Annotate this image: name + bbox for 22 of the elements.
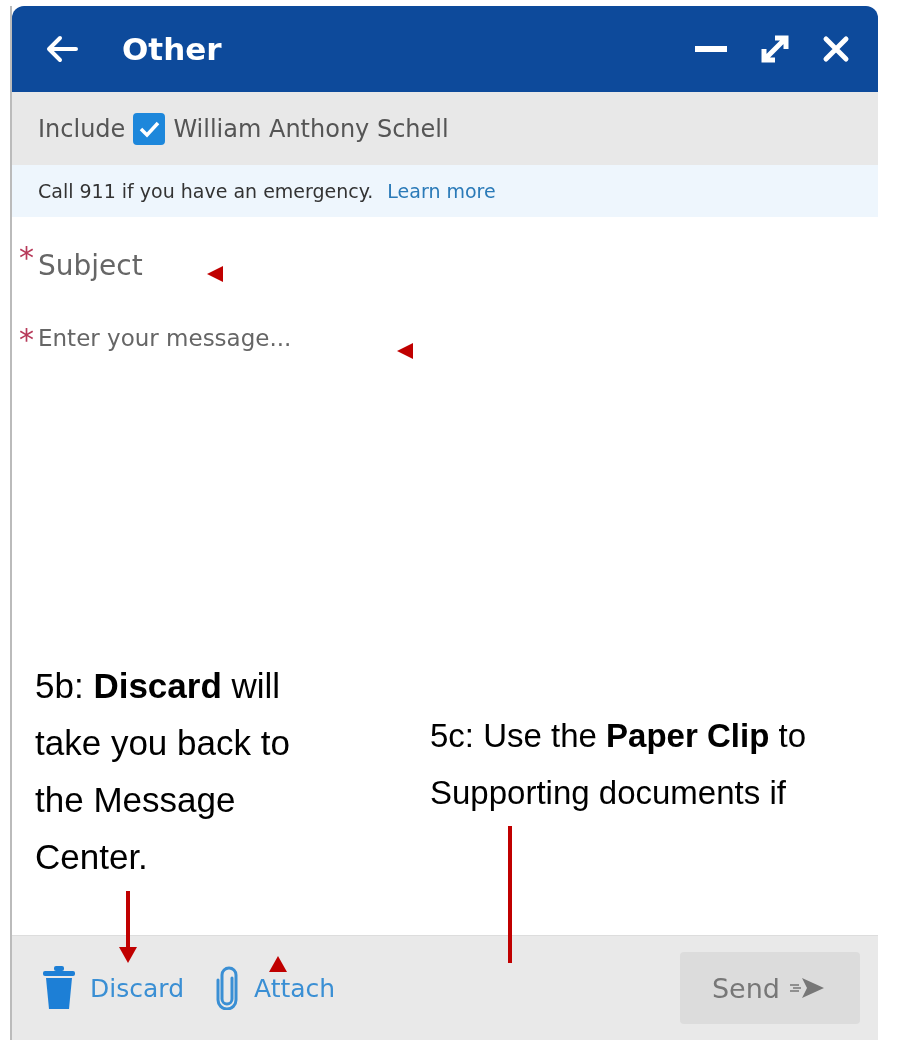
window-title: Other	[122, 31, 223, 67]
back-arrow-icon[interactable]	[44, 34, 80, 64]
annotation-text: 5c: Use the Paper Clip to Supporting documents if	[430, 716, 806, 813]
trash-icon	[42, 965, 76, 1011]
close-icon[interactable]	[822, 35, 850, 63]
pointer-icon	[207, 266, 223, 282]
arrow	[119, 891, 137, 963]
learn-more-link[interactable]: Learn more	[387, 180, 496, 202]
recipient-name: William Anthony Schell	[173, 114, 449, 143]
include-label: Include	[38, 114, 126, 143]
pointer-icon	[397, 343, 413, 359]
required-asterisk: *	[18, 325, 34, 355]
message-field[interactable]: Enter your message...	[34, 325, 368, 375]
required-asterisk: *	[18, 243, 34, 273]
subject-field[interactable]: Subject	[34, 243, 338, 287]
discard-button[interactable]: Discard	[42, 965, 184, 1011]
pointer-icon	[269, 956, 287, 972]
attach-button[interactable]: Attach	[214, 966, 336, 1010]
paperclip-icon	[214, 966, 240, 1010]
notice-text: Call 911 if you have an emergency.	[38, 180, 374, 202]
checkbox[interactable]	[133, 112, 166, 145]
annotation-text: 5b: Discard will take you back to the Message Center.	[35, 665, 290, 878]
